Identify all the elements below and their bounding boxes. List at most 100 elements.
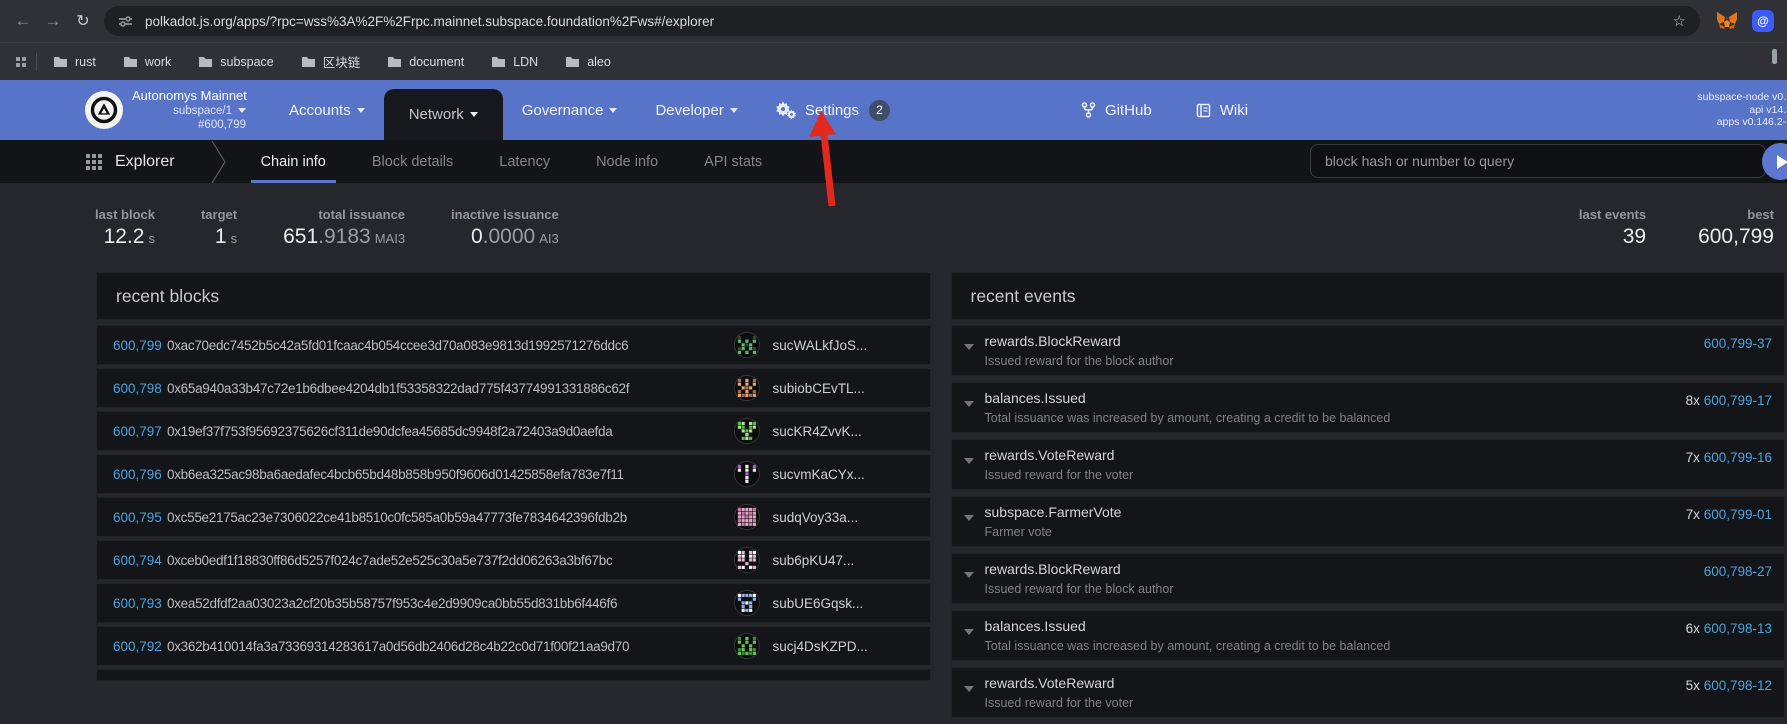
tab-node-info[interactable]: Node info [596,140,658,183]
bookmark-item-1[interactable]: work [123,55,171,69]
expand-toggle-icon[interactable] [964,515,974,521]
block-number-link[interactable]: 600,797 [96,424,164,439]
bookmark-label: subspace [220,55,274,69]
author-name: sucj4DsKZPD... [773,639,868,654]
event-block-link[interactable]: 600,799-37 [1704,336,1772,351]
settings-badge: 2 [869,100,890,121]
author-identicon[interactable] [733,374,761,402]
block-author[interactable]: sucj4DsKZPD... [733,632,931,660]
event-row: rewards.VoteRewardIssued reward for the … [951,667,1786,718]
wiki-link[interactable]: Wiki [1196,102,1248,119]
block-author[interactable]: sucvmKaCYx... [733,460,931,488]
event-block-link[interactable]: 600,798-12 [1704,678,1772,693]
chain-logo[interactable] [85,91,123,129]
metamask-extension-icon[interactable] [1716,11,1738,31]
expand-toggle-icon[interactable] [964,401,974,407]
block-row: 600,7950xc55e2175ac23e7306022ce41b8510c0… [96,497,931,537]
scrollbar-thumb[interactable] [1772,49,1777,64]
block-author[interactable]: subiobCEvTL... [733,374,931,402]
expand-toggle-icon[interactable] [964,572,974,578]
author-identicon[interactable] [733,331,761,359]
url-bar[interactable]: polkadot.js.org/apps/?rpc=wss%3A%2F%2Frp… [104,6,1700,36]
stat-label: last events [1579,207,1646,222]
block-author[interactable]: subUE6Gqsk... [733,589,931,617]
menu-item-governance[interactable]: Governance [503,80,637,140]
tab-latency[interactable]: Latency [499,140,550,183]
event-reference: 600,798-27 [1704,564,1772,579]
reload-button[interactable]: ↻ [68,11,98,31]
menu-item-network[interactable]: Network [384,89,503,140]
stat-int: 0 [471,225,483,248]
bookmark-item-2[interactable]: subspace [198,55,274,69]
github-link[interactable]: GitHub [1081,102,1152,119]
author-identicon[interactable] [733,503,761,531]
menu-item-developer[interactable]: Developer [636,80,756,140]
chain-info[interactable]: Autonomys Mainnet subspace/1 #600,799 [132,88,246,133]
expand-toggle-icon[interactable] [964,686,974,692]
bookmark-item-6[interactable]: aleo [565,55,611,69]
folder-icon [198,55,213,68]
block-author[interactable]: sudqVoy33a... [733,503,931,531]
folder-icon [565,55,580,68]
block-number-link[interactable]: 600,794 [96,553,164,568]
menu-item-accounts[interactable]: Accounts [270,80,384,140]
event-reference: 6x 600,798-13 [1686,621,1772,636]
explorer-section[interactable]: Explorer [86,153,175,171]
block-number-link[interactable]: 600,798 [96,381,164,396]
author-identicon[interactable] [733,546,761,574]
expand-toggle-icon[interactable] [964,629,974,635]
author-identicon[interactable] [733,417,761,445]
bookmark-label: document [409,55,464,69]
block-row: 600,7960xb6ea325ac98ba6aedafec4bcb65bd48… [96,454,931,494]
bookmark-star-icon[interactable]: ☆ [1673,12,1686,30]
back-button[interactable]: ← [8,11,38,31]
block-author[interactable]: sucWALkfJoS... [733,331,931,359]
expand-toggle-icon[interactable] [964,458,974,464]
chain-stats-left: last block12.2starget1stotal issuance651… [95,207,559,249]
author-identicon[interactable] [733,460,761,488]
folder-icon [53,55,68,68]
block-number-link[interactable]: 600,799 [96,338,164,353]
stat-int: 651 [283,225,318,248]
event-block-link[interactable]: 600,798-27 [1704,564,1772,579]
block-number-link[interactable]: 600,792 [96,639,164,654]
author-identicon[interactable] [733,632,761,660]
chain-spec-selector[interactable]: subspace/1 [132,104,246,118]
expand-toggle-icon[interactable] [964,344,974,350]
folder-icon [123,55,138,68]
stat-label: best [1698,207,1774,222]
author-identicon[interactable] [733,589,761,617]
event-count: 6x [1686,621,1704,636]
stat-label: total issuance [283,207,405,222]
block-author[interactable]: sucKR4ZvvK... [733,417,931,445]
menu-item-label: Accounts [289,102,351,119]
tab-api-stats[interactable]: API stats [704,140,762,183]
extension-icon[interactable]: @ [1752,10,1774,32]
event-description: Issued reward for the block author [985,582,1666,596]
block-number-link[interactable]: 600,793 [96,596,164,611]
block-number-link[interactable]: 600,796 [96,467,164,482]
event-block-link[interactable]: 600,799-16 [1704,450,1772,465]
search-input[interactable] [1310,144,1766,178]
event-name: rewards.VoteReward [985,675,1666,691]
stat-value: 0.0000AI3 [451,225,559,249]
menu-item-settings[interactable]: Settings2 [757,80,909,140]
block-author[interactable]: sub6pKU47... [733,546,931,574]
block-hash: 0x19ef37f753f95692375626cf311de90dcfea45… [164,424,733,439]
bookmark-item-4[interactable]: document [387,55,464,69]
apps-grid-icon[interactable] [16,57,26,67]
event-block-link[interactable]: 600,799-17 [1704,393,1772,408]
event-name: subspace.FarmerVote [985,504,1666,520]
tab-chain-info[interactable]: Chain info [261,140,326,183]
bookmark-item-5[interactable]: LDN [491,55,538,69]
event-block-link[interactable]: 600,798-13 [1704,621,1772,636]
explorer-grid-icon [86,154,102,170]
site-info-icon[interactable] [118,15,133,28]
bookmark-item-0[interactable]: rust [53,55,96,69]
bookmark-item-3[interactable]: 区块链 [301,52,361,71]
tab-block-details[interactable]: Block details [372,140,453,183]
block-number-link[interactable]: 600,795 [96,510,164,525]
event-block-link[interactable]: 600,799-01 [1704,507,1772,522]
forward-button[interactable]: → [38,11,68,31]
author-name: subiobCEvTL... [773,381,865,396]
